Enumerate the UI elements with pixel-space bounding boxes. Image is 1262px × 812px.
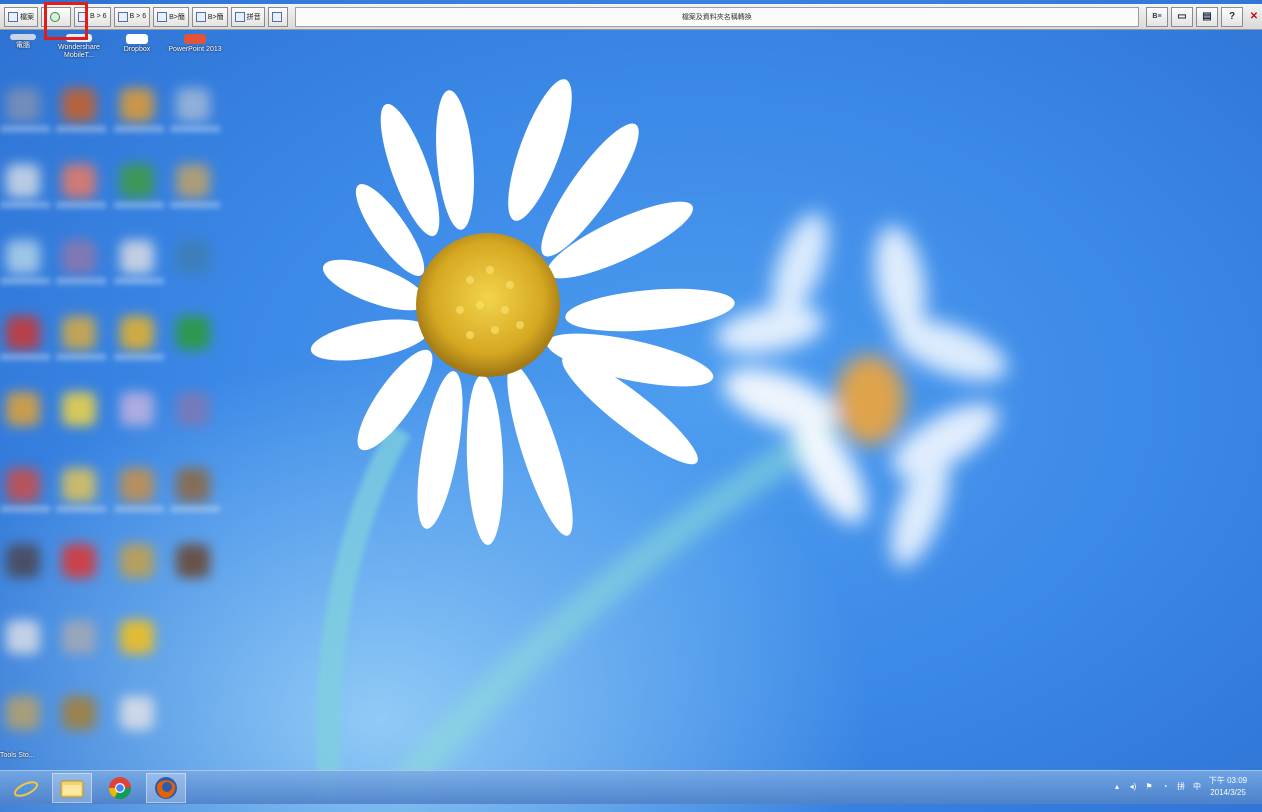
taskbar-clock[interactable]: 下午 03:09 2014/3/25 — [1202, 775, 1254, 799]
input-method-icon[interactable]: 中 — [1192, 781, 1202, 791]
desktop-icon-label: Wondershare MobileT... — [58, 44, 100, 59]
preview-icon — [271, 11, 282, 22]
pinyin-icon — [234, 11, 245, 22]
toolbar-button-settings[interactable]: B≡ — [1146, 6, 1168, 27]
toolbar-button-close[interactable]: ✕ — [1246, 7, 1262, 27]
toolbar-button-simplified-1[interactable]: B>簡 — [153, 6, 189, 27]
toolbar-button-convert-2[interactable]: B > 6 — [113, 6, 151, 27]
desktop-icon-label-tools[interactable]: Tools Sto... — [0, 752, 60, 759]
clock-date: 2014/3/25 — [1210, 788, 1246, 797]
desktop: 電腦 Wondershare MobileT... Dropbox PowerP… — [0, 0, 1262, 812]
taskbar-file-explorer[interactable] — [52, 773, 92, 803]
blurred-desktop-icons — [0, 80, 225, 760]
toolbar-button-preview[interactable] — [267, 6, 288, 27]
toolbar-button-window[interactable]: ▭ — [1171, 6, 1193, 27]
internet-explorer-icon: e — [13, 776, 39, 801]
folder-icon — [60, 780, 84, 798]
desktop-icon-label: Dropbox — [123, 46, 151, 53]
toolbar-button-simplified-2[interactable]: B>簡 — [191, 6, 228, 27]
toolbar-button-pinyin[interactable]: 拼音 — [230, 6, 265, 27]
convert-icon — [157, 11, 168, 22]
taskbar-firefox[interactable] — [146, 773, 186, 803]
flag-icon[interactable]: ⚑ — [1144, 781, 1154, 791]
toolbar-button-file[interactable]: 檔案 — [4, 6, 38, 27]
network-icon[interactable]: ◔ — [1160, 781, 1170, 791]
toolbar-title: 檔案及資料夾名稱轉換 — [294, 6, 1139, 27]
document-icon — [8, 11, 18, 22]
system-tray: ▴ ◂) ⚑ ◔ 拼 中 — [1112, 781, 1202, 791]
firefox-icon — [155, 777, 177, 799]
taskbar: e ▴ ◂) ⚑ ◔ 拼 中 下午 03:09 2014/3/25 — [0, 770, 1262, 804]
remote-desktop-toolbar: 檔案 B > 6 B > 6 B>簡 B>簡 拼音 檔案及資料夾名稱轉換 B≡ … — [0, 4, 1262, 30]
chrome-icon — [109, 777, 131, 799]
desktop-icon-label: 電腦 — [16, 42, 30, 49]
convert-icon — [117, 11, 128, 22]
computer-icon — [10, 34, 36, 40]
clock-time: 下午 03:09 — [1208, 776, 1248, 785]
desktop-icon-dropbox[interactable]: Dropbox — [108, 34, 166, 54]
taskbar-chrome[interactable] — [100, 773, 140, 803]
volume-icon[interactable]: ◂) — [1128, 781, 1138, 791]
highlight-box — [44, 2, 88, 40]
convert-icon — [195, 11, 206, 22]
show-hidden-icons-icon[interactable]: ▴ — [1112, 781, 1122, 791]
toolbar-button-help[interactable]: ? — [1221, 6, 1243, 27]
svg-text:e: e — [21, 776, 32, 801]
ime-icon[interactable]: 拼 — [1176, 781, 1186, 791]
desktop-icon-powerpoint[interactable]: PowerPoint 2013 — [166, 34, 224, 54]
toolbar-button-list[interactable]: ▤ — [1196, 6, 1218, 27]
dropbox-icon — [126, 34, 148, 44]
taskbar-ie[interactable]: e — [6, 773, 46, 803]
powerpoint-icon — [184, 34, 206, 44]
desktop-icon-label: PowerPoint 2013 — [168, 46, 222, 53]
